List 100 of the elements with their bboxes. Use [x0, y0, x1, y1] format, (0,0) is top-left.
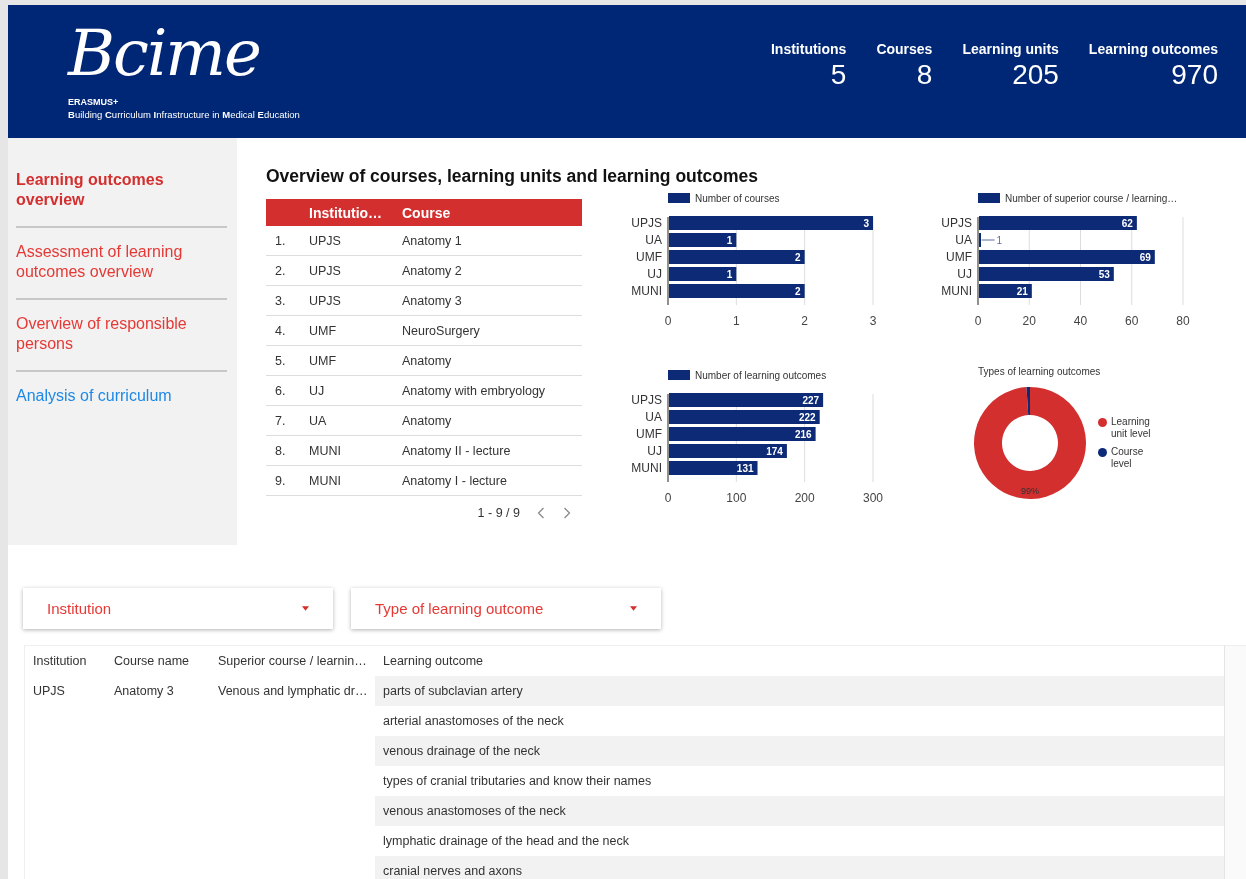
data-label: 1: [996, 235, 1003, 246]
column-header[interactable]: Course: [402, 204, 582, 221]
table-cell-text: Anatomy: [402, 413, 453, 428]
table-cell: venous drainage of the neck: [375, 736, 1224, 766]
axis-label: MUNI: [941, 284, 972, 298]
logo-text: Bcime: [68, 17, 261, 89]
row-number: 9.: [274, 473, 287, 488]
data-label: 222: [799, 411, 816, 423]
table-cell-text: Anatomy I - lecture: [402, 473, 508, 488]
row-number: 6.: [274, 383, 287, 398]
axis-label: UA: [645, 233, 662, 247]
axis-label: MUNI: [631, 460, 662, 475]
stat-label: Learning units: [962, 41, 1059, 57]
axis-label: UA: [645, 409, 662, 424]
tick-label: 20: [1022, 314, 1036, 328]
legend-label: Number of courses: [695, 193, 780, 204]
sidebar-item[interactable]: Assessment of learning outcomes overview: [16, 242, 227, 282]
sidebar-item[interactable]: Analysis of curriculum: [16, 386, 227, 406]
caret-icon: [630, 606, 637, 611]
table-cell: parts of subclavian artery: [375, 676, 1224, 706]
column-header[interactable]: Course name: [106, 646, 210, 676]
table-cell-text: UJ: [309, 383, 326, 398]
table-cell-text: UPJS: [309, 293, 342, 308]
data-label: 1: [726, 269, 733, 280]
table-cell-text: UMF: [309, 353, 338, 368]
data-label: 3: [863, 218, 869, 229]
sidebar-item[interactable]: Overview of responsible persons: [16, 314, 227, 354]
table-cell-text: UPJS: [309, 233, 342, 248]
data-label: 131: [736, 462, 754, 474]
data-label: 1: [726, 235, 733, 246]
table-cell-text: Anatomy 2: [402, 263, 463, 278]
data-label: 2: [795, 286, 801, 297]
data-label: 53: [1098, 269, 1110, 280]
next-page-icon[interactable]: [562, 506, 572, 520]
chart-legend: Number of superior course / learning…: [978, 193, 1178, 204]
tick-label: 0: [664, 490, 672, 505]
data-label: 216: [794, 428, 812, 440]
axis-label: UPJS: [631, 392, 662, 407]
chart-title: Types of learning outcomes: [978, 365, 1102, 377]
row-number: 2.: [274, 263, 287, 278]
column-header[interactable]: Superior course / learnin…: [210, 646, 375, 676]
axis-label: UJ: [647, 267, 662, 281]
filter-dropdown[interactable]: Type of learning outcome: [351, 588, 661, 629]
tick-label: 300: [863, 490, 883, 505]
stat-value: 970: [1171, 59, 1218, 91]
table-cell-text: NeuroSurgery: [402, 323, 481, 338]
axis-label: MUNI: [631, 284, 662, 298]
table-cell-text: lymphatic drainage of the head and the neck: [382, 833, 630, 850]
table-cell-text: UMF: [309, 323, 338, 338]
tick-label: 2: [801, 314, 808, 328]
legend-label: Number of learning outcomes: [695, 369, 827, 381]
row-number: 5.: [274, 353, 287, 368]
tick-label: 100: [726, 490, 747, 505]
section-title: Overview of courses, learning units and learning outcomes: [266, 166, 760, 187]
pagination-label: 1 - 9 / 9: [477, 506, 520, 520]
caret-icon: [302, 606, 309, 611]
data-label: 2: [795, 252, 801, 263]
table-cell: cranial nerves and axons: [375, 856, 1224, 879]
table-cell-text: MUNI: [309, 443, 342, 458]
tick-label: 80: [1176, 314, 1190, 328]
tick-label: 40: [1073, 314, 1088, 328]
axis-label: UMF: [946, 250, 972, 264]
sidebar-item[interactable]: Learning outcomes overview: [16, 170, 227, 210]
table-cell-text: Anatomy II - lecture: [402, 443, 512, 458]
table-cell-text: UA: [309, 413, 328, 428]
axis-label: UMF: [636, 250, 662, 264]
table-cell-text: MUNI: [309, 473, 342, 488]
stat-label: Courses: [876, 41, 933, 57]
axis-label: UJ: [957, 267, 972, 281]
table-cell-text: UPJS: [32, 683, 66, 700]
data-label: 69: [1139, 252, 1151, 263]
table-cell-text: arterial anastomoses of the neck: [382, 713, 565, 730]
data-label: 62: [1121, 218, 1133, 229]
scrollbar-track[interactable]: [1224, 645, 1246, 879]
table-cell-text: Anatomy: [402, 353, 453, 368]
axis-label: UJ: [647, 443, 662, 458]
row-number: 4.: [274, 323, 287, 338]
legend-label: Learning unit level: [1111, 415, 1152, 440]
table-cell-text: Anatomy 3: [113, 683, 175, 700]
row-number: 7.: [274, 413, 287, 428]
column-header[interactable]: Institution: [25, 646, 106, 676]
tick-label: 0: [664, 314, 672, 328]
stat-label: Learning outcomes: [1088, 41, 1218, 57]
chart-legend: Number of learning outcomes: [668, 369, 827, 381]
filter-dropdown[interactable]: Institution: [23, 588, 333, 629]
data-label: 99%: [1021, 485, 1039, 496]
legend-label: Course level: [1111, 445, 1145, 470]
column-header[interactable]: Learning outcome: [375, 646, 1224, 676]
row-number: 1.: [274, 233, 287, 248]
tick-label: 3: [869, 314, 877, 328]
previous-page-icon[interactable]: [536, 506, 546, 520]
tick-label: 1: [733, 314, 740, 328]
table-cell-text: UPJS: [309, 263, 342, 278]
stat-label: Institutions: [770, 41, 847, 57]
table-cell-text: Anatomy with embryology: [402, 383, 547, 398]
table-cell-text: Anatomy 1: [402, 233, 463, 248]
column-header[interactable]: Institutio…: [309, 204, 402, 221]
table-cell-text: Venous and lymphatic dr…: [217, 683, 369, 700]
chart-legend: Number of courses: [668, 193, 780, 204]
tick-label: 200: [794, 490, 815, 505]
